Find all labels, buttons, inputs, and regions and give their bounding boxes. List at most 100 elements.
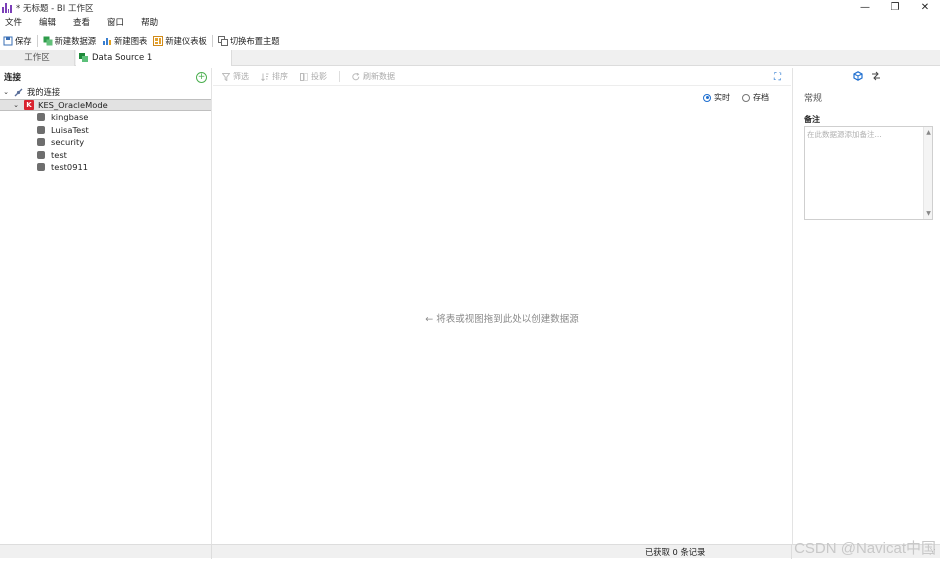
kingbase-connection-icon: K [24, 99, 34, 110]
database-label: security [51, 137, 85, 148]
datasource-tab-icon [79, 53, 89, 63]
tab-datasource-label: Data Source 1 [92, 53, 153, 63]
new-dashboard-icon [153, 35, 164, 46]
tree-my-connections[interactable]: ⌄ 我的连接 [0, 86, 211, 99]
tab-datasource[interactable]: Data Source 1 [76, 50, 232, 66]
status-divider [211, 545, 212, 559]
main-toolbar: 保存 新建数据源 新建图表 新建仪表板 切换布置主题 [0, 33, 940, 48]
refresh-data-label: 刷新数据 [363, 72, 395, 81]
tree-database-item[interactable]: security [0, 136, 211, 149]
connections-title: 连接 [4, 73, 22, 83]
projection-button[interactable]: 投影 [300, 71, 327, 82]
save-button[interactable]: 保存 [3, 33, 32, 48]
record-count-status: 已获取 0 条记录 [645, 547, 706, 557]
connection-mode-radio-group: 实时 存档 [691, 92, 769, 103]
mode-archive-radio[interactable]: 存档 [742, 92, 769, 103]
refresh-icon [352, 72, 360, 80]
scroll-down-icon[interactable]: ▼ [925, 210, 932, 217]
projection-icon [300, 72, 308, 81]
new-dashboard-label: 新建仪表板 [165, 35, 207, 46]
database-icon [37, 113, 45, 122]
note-label: 备注 [804, 115, 820, 124]
database-label: LuisaTest [51, 124, 89, 135]
datasource-toolbar: 筛选 排序 投影 刷新数据 [213, 68, 791, 86]
new-chart-button[interactable]: 新建图表 [102, 33, 147, 48]
database-icon [37, 138, 45, 147]
mode-live-label: 实时 [714, 93, 730, 102]
radio-unselected-icon [742, 93, 750, 102]
tree-database-item[interactable]: LuisaTest [0, 124, 211, 137]
title-bar: * 无标题 - BI 工作区 — ❐ ✕ [0, 0, 940, 15]
status-divider [791, 545, 792, 559]
window-title: * 无标题 - BI 工作区 [16, 3, 94, 14]
connection-label: KES_OracleMode [38, 99, 108, 110]
tab-workspace[interactable]: 工作区 [0, 50, 75, 66]
database-label: kingbase [51, 112, 89, 123]
close-button[interactable]: ✕ [910, 0, 940, 15]
scroll-up-icon[interactable]: ▲ [925, 129, 932, 136]
sort-button[interactable]: 排序 [261, 71, 288, 82]
chevron-down-icon[interactable]: ⌄ [12, 101, 20, 109]
connections-panel: 连接 + ⌄ 我的连接 ⌄ K KES_OracleMode kingbase … [0, 68, 212, 544]
window-controls: — ❐ ✕ [850, 0, 940, 15]
filter-label: 筛选 [233, 72, 249, 81]
toolbar-separator [36, 34, 38, 47]
note-scrollbar[interactable]: ▲ ▼ [923, 127, 932, 219]
new-datasource-icon [43, 36, 53, 45]
note-textarea[interactable]: 在此数据源添加备注... ▲ ▼ [804, 126, 933, 220]
tree-connection-kes[interactable]: ⌄ K KES_OracleMode [0, 98, 211, 111]
datasource-canvas: 筛选 排序 投影 刷新数据 ⛶ 实时 存档 ← 将表或视图拖到此处以创建数据源 [213, 68, 791, 544]
database-label: test0911 [51, 162, 89, 173]
app-logo-icon [2, 2, 12, 13]
document-tab-bar: 工作区 Data Source 1 [0, 50, 940, 66]
new-datasource-label: 新建数据源 [54, 35, 97, 46]
switch-theme-button[interactable]: 切换布置主题 [217, 33, 280, 48]
menu-help[interactable]: 帮助 [141, 16, 158, 30]
add-connection-icon[interactable]: + [196, 71, 207, 83]
menu-bar: 文件 编辑 查看 窗口 帮助 [0, 16, 170, 30]
bi-workspace-window: * 无标题 - BI 工作区 — ❐ ✕ 文件 编辑 查看 窗口 帮助 保存 新… [0, 0, 940, 562]
filter-icon [222, 72, 230, 81]
database-icon [37, 150, 45, 159]
radio-selected-icon [703, 93, 711, 102]
tree-database-item[interactable]: test0911 [0, 161, 211, 174]
filter-button[interactable]: 筛选 [222, 71, 249, 82]
chevron-down-icon[interactable]: ⌄ [2, 88, 10, 96]
relations-icon[interactable] [871, 71, 881, 81]
general-section-title: 常规 [804, 94, 823, 104]
minimize-button[interactable]: — [850, 0, 880, 15]
my-connections-label: 我的连接 [27, 87, 61, 98]
database-label: test [51, 149, 67, 160]
connections-header: 连接 + [0, 68, 211, 86]
new-chart-icon [103, 37, 112, 45]
properties-panel: 常规 备注 在此数据源添加备注... ▲ ▼ [792, 68, 940, 544]
restore-button[interactable]: ❐ [880, 0, 910, 15]
mode-live-radio[interactable]: 实时 [703, 92, 730, 103]
tree-database-item[interactable]: kingbase [0, 111, 211, 124]
toolbar-separator [339, 71, 340, 82]
database-icon [37, 125, 45, 134]
menu-view[interactable]: 查看 [73, 16, 90, 30]
fullscreen-icon[interactable]: ⛶ [774, 73, 783, 83]
connection-group-icon [14, 88, 23, 97]
tree-database-item[interactable]: test [0, 149, 211, 162]
layout-theme-icon [217, 35, 228, 46]
properties-cube-icon[interactable] [852, 71, 863, 81]
toolbar-separator [211, 34, 213, 47]
properties-tabs [793, 68, 940, 84]
projection-label: 投影 [311, 72, 327, 81]
save-label: 保存 [15, 35, 32, 46]
switch-theme-label: 切换布置主题 [229, 35, 280, 46]
new-chart-label: 新建图表 [114, 35, 148, 46]
sort-icon [261, 73, 269, 81]
save-icon [3, 36, 13, 45]
menu-edit[interactable]: 编辑 [39, 16, 56, 30]
new-datasource-button[interactable]: 新建数据源 [43, 33, 97, 48]
note-placeholder: 在此数据源添加备注... [807, 130, 882, 139]
sort-label: 排序 [272, 72, 288, 81]
new-dashboard-button[interactable]: 新建仪表板 [153, 33, 207, 48]
database-icon [37, 163, 45, 172]
menu-file[interactable]: 文件 [5, 16, 22, 30]
menu-window[interactable]: 窗口 [107, 16, 124, 30]
refresh-data-button[interactable]: 刷新数据 [352, 71, 395, 82]
